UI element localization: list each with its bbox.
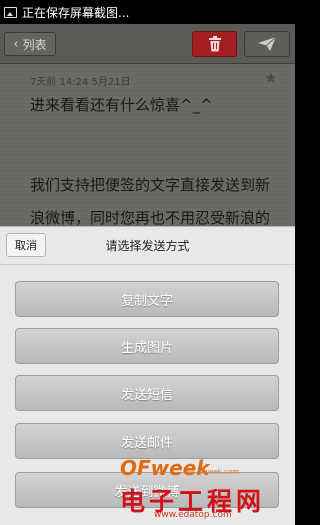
star-icon[interactable]: ★ <box>264 69 277 87</box>
send-button[interactable] <box>244 31 290 57</box>
note-line: 浪微博，同时您再也不用忍受新浪的 <box>30 209 271 227</box>
divider <box>0 264 295 265</box>
send-email-button[interactable]: 发送邮件 <box>15 423 279 459</box>
paper-plane-icon <box>258 37 276 51</box>
cancel-button[interactable]: 取消 <box>6 233 46 257</box>
chevron-left-icon: ‹ <box>13 36 19 52</box>
generate-image-button[interactable]: 生成图片 <box>15 328 279 364</box>
status-bar: 正在保存屏幕截图... <box>0 0 295 24</box>
image-icon <box>4 6 17 18</box>
app-bar: ‹ 列表 <box>0 24 295 64</box>
status-text: 正在保存屏幕截图... <box>22 5 130 20</box>
delete-button[interactable] <box>192 31 237 57</box>
back-button[interactable]: ‹ 列表 <box>4 32 56 56</box>
note-line: 我们支持把便签的文字直接发送到新 <box>30 176 271 194</box>
send-to-weibo-button[interactable]: 发送到微博 <box>15 472 279 508</box>
note-line: 进来看看还有什么惊喜^_^ <box>30 96 213 114</box>
note-date: 7天前 14:24 5月21日 <box>30 77 131 88</box>
copy-text-button[interactable]: 复制文字 <box>15 281 279 317</box>
share-sheet: 请选择发送方式 取消 复制文字 生成图片 发送短信 发送邮件 发送到微博 <box>0 226 295 525</box>
trash-icon <box>208 36 221 52</box>
send-sms-button[interactable]: 发送短信 <box>15 375 279 411</box>
back-label: 列表 <box>22 37 47 52</box>
